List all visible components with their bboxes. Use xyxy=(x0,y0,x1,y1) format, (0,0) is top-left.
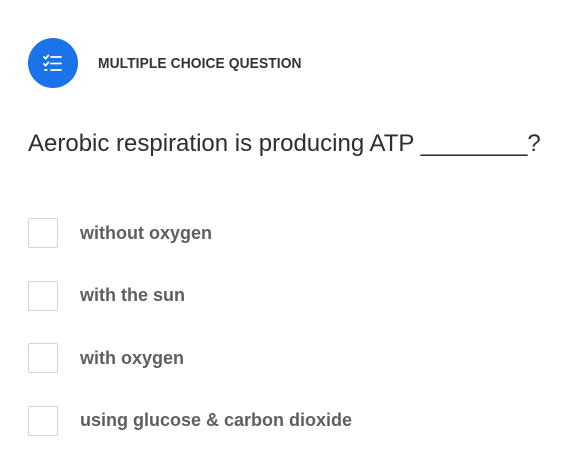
question-text: Aerobic respiration is producing ATP ___… xyxy=(28,130,541,157)
option-label: with oxygen xyxy=(80,347,185,368)
option-label: using glucose & carbon dioxide xyxy=(80,410,353,430)
option-checkbox[interactable] xyxy=(28,343,58,373)
option-checkbox[interactable] xyxy=(28,218,58,248)
answer-option[interactable]: using glucose & carbon dioxide xyxy=(28,405,352,437)
answer-option[interactable]: without oxygen xyxy=(28,217,352,249)
option-label: with the sun xyxy=(80,285,185,305)
question-type-badge xyxy=(28,38,78,88)
option-checkbox[interactable] xyxy=(28,405,58,436)
answer-option[interactable]: with the sun xyxy=(28,280,352,312)
answer-option[interactable]: with oxygen xyxy=(28,342,352,374)
checklist-icon xyxy=(43,54,62,71)
question-type-label: MULTIPLE CHOICE QUESTION xyxy=(98,54,302,72)
question-header: MULTIPLE CHOICE QUESTION xyxy=(28,38,319,88)
option-checkbox[interactable] xyxy=(28,280,58,311)
answer-options: without oxygen with the sun with oxygen … xyxy=(28,217,352,467)
option-label: without oxygen xyxy=(80,222,212,243)
